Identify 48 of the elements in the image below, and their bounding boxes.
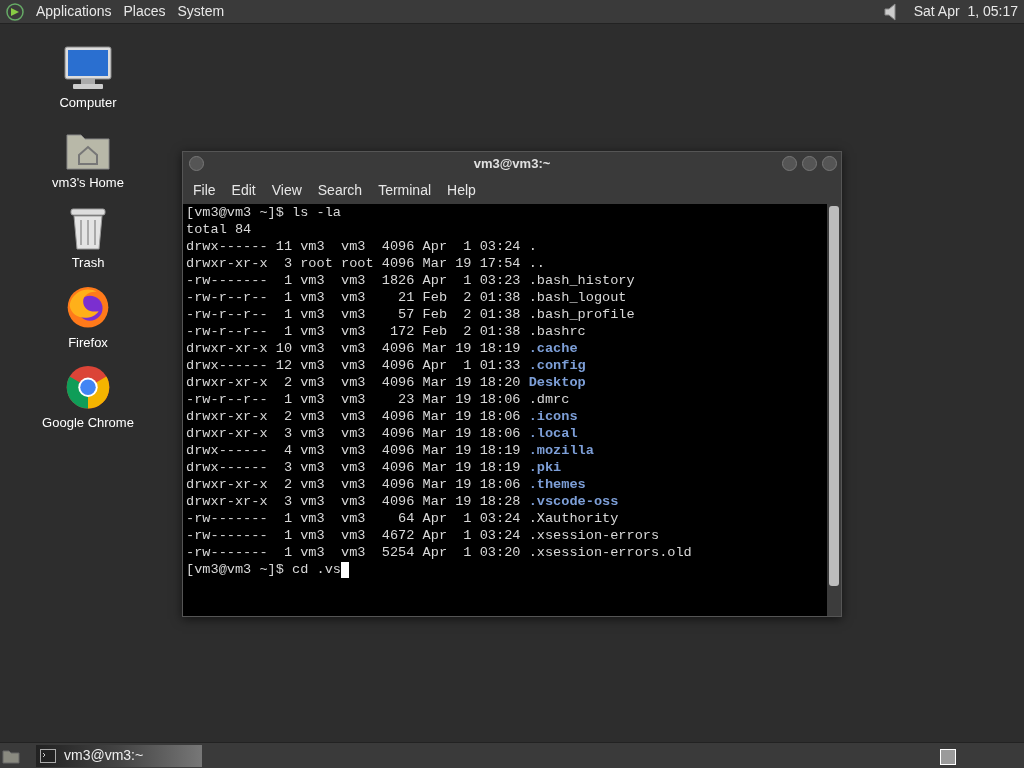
command-prompt: [vm3@vm3 ~]$ cd .vs (186, 561, 341, 578)
chrome-icon[interactable] (64, 364, 112, 411)
terminal-line: [vm3@vm3 ~]$ ls -la (186, 204, 341, 221)
menu-logo-icon[interactable] (6, 2, 24, 21)
terminal-line: drwxr-xr-x 3 vm3 vm3 4096 Mar 19 18:06 .local (186, 425, 578, 442)
terminal-line: -rw-r--r-- 1 vm3 vm3 172 Feb 2 01:38 .bashrc (186, 323, 586, 340)
terminal-line: -rw------- 1 vm3 vm3 1826 Apr 1 03:23 .bash_history (186, 272, 635, 289)
terminal-line: drwxr-xr-x 2 vm3 vm3 4096 Mar 19 18:20 Desktop (186, 374, 586, 391)
terminal-line: drwx------ 4 vm3 vm3 4096 Mar 19 18:19 .mozilla (186, 442, 594, 459)
terminal-icon (40, 748, 56, 763)
icon-label[interactable]: Trash (71, 252, 105, 272)
terminal-line: drwx------ 12 vm3 vm3 4096 Apr 1 01:33 .config (186, 357, 586, 374)
menu-item[interactable]: View (265, 179, 308, 201)
terminal-line: -rw-r--r-- 1 vm3 vm3 21 Feb 2 01:38 .bash_logout (186, 289, 627, 306)
terminal-line: -rw-r--r-- 1 vm3 vm3 57 Feb 2 01:38 .bash_profile (186, 306, 635, 323)
terminal-line: -rw------- 1 vm3 vm3 5254 Apr 1 03:20 .xsession-errors.old (186, 544, 692, 561)
terminal-line: drwxr-xr-x 2 vm3 vm3 4096 Mar 19 18:06 .icons (186, 408, 578, 425)
terminal-line: total 84 (186, 221, 252, 238)
clock[interactable]: Sat Apr 1, 05:17 (913, 1, 1018, 22)
terminal-line: drwxr-xr-x 10 vm3 vm3 4096 Mar 19 18:19 .cache (186, 340, 578, 357)
computer-icon[interactable] (63, 44, 113, 91)
show-desktop-icon[interactable] (2, 747, 20, 764)
terminal-line: drwx------ 11 vm3 vm3 4096 Apr 1 03:24 . (186, 238, 537, 255)
menu-item[interactable]: Edit (225, 179, 262, 201)
trash-icon[interactable] (69, 206, 107, 251)
menu-item[interactable]: Search (311, 179, 369, 201)
terminal-line: -rw------- 1 vm3 vm3 64 Apr 1 03:24 .Xauthority (186, 510, 619, 527)
panel-menu[interactable]: Places (123, 1, 166, 22)
terminal-line: drwxr-xr-x 3 vm3 vm3 4096 Mar 19 18:28 .vscode-oss (186, 493, 619, 510)
panel-menu[interactable]: System (177, 1, 225, 22)
window-title: vm3@vm3:~ (473, 155, 551, 174)
terminal-line: drwxr-xr-x 3 root root 4096 Mar 19 17:54 .. (186, 255, 545, 272)
icon-label[interactable]: Google Chrome (42, 412, 134, 432)
text-cursor (341, 561, 349, 578)
taskbar-button[interactable]: vm3@vm3:~ (36, 744, 202, 767)
panel-menu[interactable]: Applications (36, 1, 112, 22)
menu-item[interactable]: Terminal (372, 179, 438, 201)
menu-item[interactable]: File (187, 179, 222, 201)
icon-label[interactable]: Computer (59, 92, 117, 112)
scrollbar[interactable] (827, 204, 841, 616)
menu-item[interactable]: Help (441, 179, 482, 201)
icon-label[interactable]: Firefox (68, 332, 108, 352)
terminal-line: -rw------- 1 vm3 vm3 4672 Apr 1 03:24 .xsession-errors (186, 527, 660, 544)
terminal-line: drwx------ 3 vm3 vm3 4096 Mar 19 18:19 .pki (186, 459, 562, 476)
workspace-switcher[interactable] (940, 749, 956, 765)
terminal-line: drwxr-xr-x 2 vm3 vm3 4096 Mar 19 18:06 .themes (186, 476, 586, 493)
icon-label[interactable]: vm3's Home (52, 172, 124, 192)
terminal-line: -rw-r--r-- 1 vm3 vm3 23 Mar 19 18:06 .dmrc (186, 391, 570, 408)
